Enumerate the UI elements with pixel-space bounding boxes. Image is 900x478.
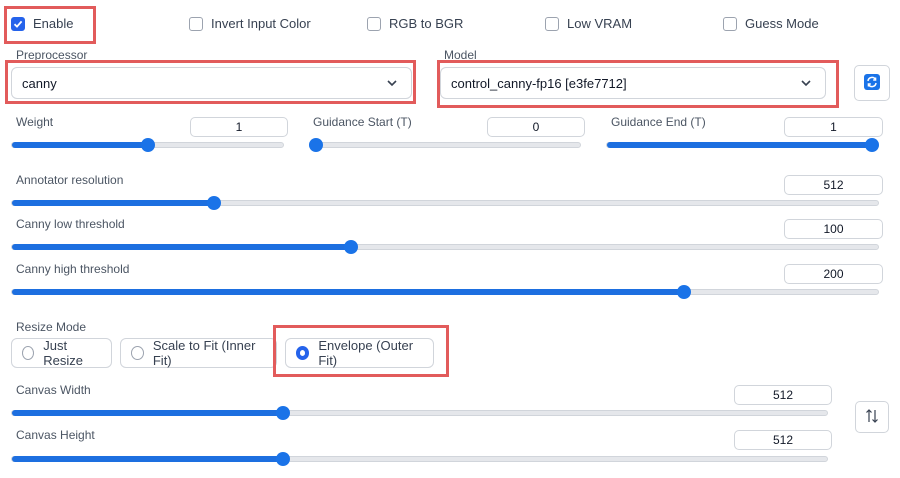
canny-low-threshold-slider[interactable]	[11, 240, 879, 254]
low-vram-label: Low VRAM	[567, 16, 633, 31]
radio-just-resize[interactable]: Just Resize	[11, 338, 112, 368]
checkbox-box[interactable]	[723, 16, 737, 31]
slider-thumb[interactable]	[309, 138, 323, 152]
slider-fill	[12, 456, 283, 462]
annotator-resolution-input[interactable]: 512	[784, 175, 883, 195]
canny-high-threshold-slider[interactable]	[11, 285, 879, 299]
guidance-end-slider[interactable]	[606, 138, 879, 152]
annotator-resolution-slider[interactable]	[11, 196, 879, 210]
radio-indicator[interactable]	[22, 346, 35, 360]
slider-fill	[12, 410, 283, 416]
canvas-width-input[interactable]: 512	[734, 385, 832, 405]
guidance-start-input[interactable]: 0	[487, 117, 585, 137]
rgb-to-bgr-label: RGB to BGR	[389, 16, 464, 31]
guess-mode-label: Guess Mode	[745, 16, 819, 31]
low-vram-checkbox[interactable]: Low VRAM	[545, 16, 632, 31]
slider-thumb[interactable]	[865, 138, 879, 152]
slider-thumb[interactable]	[276, 406, 290, 420]
guidance-start-slider[interactable]	[309, 138, 581, 152]
canvas-height-label: Canvas Height	[16, 428, 95, 442]
radio-label: Scale to Fit (Inner Fit)	[152, 338, 256, 368]
refresh-models-button[interactable]	[854, 65, 890, 101]
checkbox-box[interactable]	[367, 16, 381, 31]
canvas-height-input[interactable]: 512	[734, 430, 832, 450]
guidance-end-input[interactable]: 1	[784, 117, 883, 137]
highlight-enable	[4, 6, 96, 44]
guess-mode-checkbox[interactable]: Guess Mode	[723, 16, 819, 31]
canny-low-threshold-label: Canny low threshold	[16, 217, 125, 231]
slider-fill	[12, 244, 351, 250]
canvas-width-slider[interactable]	[11, 406, 828, 420]
swap-vertical-icon	[865, 408, 879, 427]
guidance-end-label: Guidance End (T)	[611, 115, 706, 129]
slider-thumb[interactable]	[677, 285, 691, 299]
slider-fill	[12, 289, 684, 295]
slider-thumb[interactable]	[207, 196, 221, 210]
checkbox-box[interactable]	[545, 16, 559, 31]
radio-scale-to-fit[interactable]: Scale to Fit (Inner Fit)	[120, 338, 277, 368]
canny-high-threshold-input[interactable]: 200	[784, 264, 883, 284]
weight-label: Weight	[16, 115, 54, 129]
canny-high-threshold-label: Canny high threshold	[16, 262, 130, 276]
highlight-envelope	[273, 325, 449, 377]
weight-input[interactable]: 1	[190, 117, 288, 137]
invert-input-color-label: Invert Input Color	[211, 16, 311, 31]
slider-thumb[interactable]	[276, 452, 290, 466]
invert-input-color-checkbox[interactable]: Invert Input Color	[189, 16, 311, 31]
refresh-icon	[863, 73, 881, 94]
canvas-width-label: Canvas Width	[16, 383, 91, 397]
guidance-start-label: Guidance Start (T)	[313, 115, 412, 129]
slider-thumb[interactable]	[141, 138, 155, 152]
highlight-model	[437, 60, 839, 108]
slider-fill	[607, 142, 872, 148]
radio-label: Just Resize	[43, 338, 84, 368]
slider-fill	[12, 142, 148, 148]
weight-slider[interactable]	[11, 138, 284, 152]
resize-mode-label: Resize Mode	[16, 320, 87, 334]
checkbox-box[interactable]	[189, 16, 203, 31]
highlight-preprocessor	[5, 60, 416, 104]
rgb-to-bgr-checkbox[interactable]: RGB to BGR	[367, 16, 463, 31]
canvas-height-slider[interactable]	[11, 452, 828, 466]
swap-dimensions-button[interactable]	[855, 401, 889, 433]
slider-fill	[12, 200, 214, 206]
annotator-resolution-label: Annotator resolution	[16, 173, 124, 187]
radio-indicator[interactable]	[131, 346, 144, 360]
canny-low-threshold-input[interactable]: 100	[784, 219, 883, 239]
slider-thumb[interactable]	[344, 240, 358, 254]
